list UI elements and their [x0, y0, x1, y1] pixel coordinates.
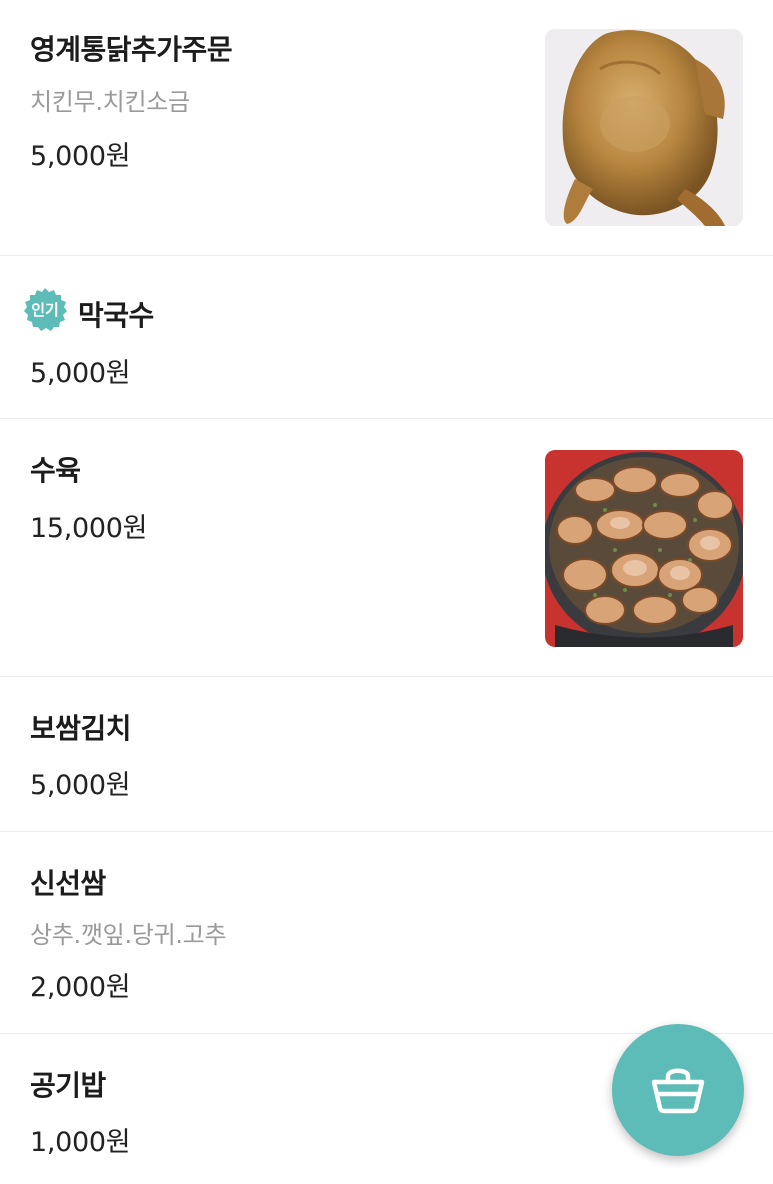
menu-item-price: 5,000원: [30, 141, 131, 172]
menu-item-fresh-wraps[interactable]: 신선쌈 상추.깻잎.당귀.고추 2,000원: [0, 832, 773, 1034]
pork-photo: [545, 450, 743, 647]
menu-item-name: 공기밥: [30, 1069, 106, 1102]
menu-item-name: 보쌈김치: [30, 712, 132, 745]
cart-button[interactable]: [612, 1024, 744, 1156]
menu-item-suyuk[interactable]: 수육 15,000원: [0, 419, 773, 677]
menu-item-description: 상추.깻잎.당귀.고추: [30, 921, 227, 949]
menu-item-price: 2,000원: [30, 972, 131, 1003]
menu-item-name: 신선쌈: [30, 867, 106, 900]
menu-item-bossam-kimchi[interactable]: 보쌈김치 5,000원: [0, 677, 773, 832]
badge-label: 인기: [31, 301, 59, 319]
menu-item-name: 수육: [30, 454, 81, 487]
menu-item-price: 5,000원: [30, 770, 131, 801]
menu-item-description: 치킨무.치킨소금: [30, 88, 190, 116]
menu-item-chicken[interactable]: 영계통닭추가주문 치킨무.치킨소금 5,000원: [0, 0, 773, 256]
menu-item-price: 15,000원: [30, 513, 148, 544]
popular-badge: 인기: [22, 287, 68, 333]
shopping-basket-icon: [651, 1068, 705, 1114]
menu-item-price: 5,000원: [30, 358, 131, 389]
chicken-photo: [545, 29, 743, 226]
menu-item-name: 영계통닭추가주문: [30, 33, 233, 66]
menu-item-name: 막국수: [78, 299, 154, 332]
menu-item-price: 1,000원: [30, 1127, 131, 1158]
menu-item-makguksu[interactable]: 인기 막국수 5,000원: [0, 256, 773, 419]
